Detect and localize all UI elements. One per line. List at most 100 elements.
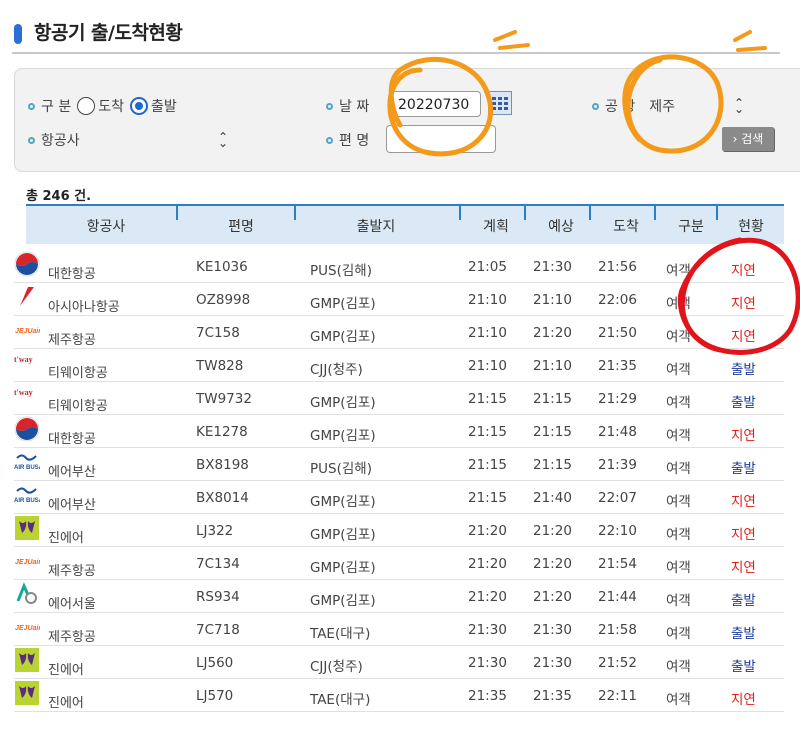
airline-logo-icon: AIR BUSAN <box>14 482 47 508</box>
flight-number: OZ8998 <box>196 292 251 308</box>
flight-status: 지연 <box>731 263 756 279</box>
type-label: 구 분 <box>41 99 72 115</box>
flight-type: 여객 <box>666 494 691 510</box>
airline-name: 진에어 <box>48 531 84 546</box>
logo-text: JEJUair <box>15 328 40 335</box>
calendar-icon[interactable] <box>488 91 512 115</box>
airport-select-value[interactable]: 제주 <box>649 96 675 116</box>
radio-arrival[interactable] <box>77 97 96 115</box>
header-flight: 편명 <box>228 219 254 235</box>
header-airline: 항공사 <box>86 219 126 235</box>
logo-text: AIR BUSAN <box>14 498 40 504</box>
airline-logo-icon <box>14 251 40 277</box>
planned-time: 21:15 <box>468 490 507 506</box>
origin: TAE(대구) <box>310 626 371 642</box>
header-divider <box>654 206 656 220</box>
table-row[interactable]: AIR BUSAN 에어부산 BX8198 PUS(김해) 21:15 21:15 21:3… <box>14 447 784 481</box>
origin: GMP(김포) <box>310 494 376 510</box>
radio-departure[interactable] <box>129 97 148 115</box>
table-row[interactable]: JEJUair 제주항공 7C718 TAE(대구) 21:30 21:30 21:58 여객… <box>14 612 784 646</box>
flight-type: 여객 <box>666 461 691 477</box>
table-row[interactable]: 아시아나항공 OZ8998 GMP(김포) 21:10 21:10 22:06 여객 지연 <box>14 282 784 316</box>
table-row[interactable]: 진에어 LJ560 CJJ(청주) 21:30 21:30 21:52 여객 출발 <box>14 645 784 679</box>
flight-number: LJ560 <box>196 655 234 671</box>
origin: GMP(김포) <box>310 428 376 444</box>
bullet-icon <box>592 102 599 110</box>
table-row[interactable]: 대한항공 KE1036 PUS(김해) 21:05 21:30 21:56 여객 지연 <box>14 249 784 283</box>
date-input[interactable]: 20220730 <box>389 91 481 117</box>
flight-number: KE1278 <box>196 424 248 440</box>
airline-name: 에어부산 <box>48 498 96 513</box>
table-row[interactable]: 진에어 LJ322 GMP(김포) 21:20 21:20 22:10 여객 지연 <box>14 513 784 547</box>
expected-time: 21:10 <box>533 292 572 308</box>
flight-status: 출발 <box>731 626 756 642</box>
airline-name: 아시아나항공 <box>48 300 120 315</box>
planned-time: 21:30 <box>468 622 507 638</box>
planned-time: 21:15 <box>468 391 507 407</box>
airline-logo-icon <box>14 284 40 310</box>
expected-time: 21:20 <box>533 523 572 539</box>
total-count: 총 246 건. <box>26 189 92 204</box>
table-row[interactable]: t'way 티웨이항공 TW828 CJJ(청주) 21:10 21:10 21:35 여객 출… <box>14 348 784 382</box>
origin: GMP(김포) <box>310 296 376 312</box>
airport-select-arrows-icon[interactable]: ⌃ ⌄ <box>734 97 744 115</box>
flight-number: 7C718 <box>196 622 240 638</box>
date-field: 날 짜 <box>326 96 369 116</box>
arrival-time: 21:56 <box>598 259 637 275</box>
origin: GMP(김포) <box>310 527 376 543</box>
planned-time: 21:10 <box>468 358 507 374</box>
logo-text: JEJUair <box>15 625 40 632</box>
expected-time: 21:20 <box>533 325 572 341</box>
airline-logo-icon <box>14 416 40 442</box>
planned-time: 21:10 <box>468 292 507 308</box>
flight-status: 지연 <box>731 692 756 708</box>
airline-logo-icon: AIR BUSAN <box>14 449 47 475</box>
origin: PUS(김해) <box>310 461 372 477</box>
flight-type: 여객 <box>666 659 691 675</box>
table-row[interactable]: 진에어 LJ570 TAE(대구) 21:35 21:35 22:11 여객 지연 <box>14 678 784 712</box>
radio-arrival-label[interactable]: 도착 <box>98 96 124 116</box>
flight-number: RS934 <box>196 589 240 605</box>
arrival-time: 21:39 <box>598 457 637 473</box>
flight-number: TW9732 <box>196 391 252 407</box>
table-header: 항공사 편명 출발지 계획 예상 도착 구분 현황 <box>26 204 784 244</box>
bullet-icon <box>28 102 35 110</box>
table-row[interactable]: 에어서울 RS934 GMP(김포) 21:20 21:20 21:44 여객 출발 <box>14 579 784 613</box>
table-row[interactable]: JEJUair 제주항공 7C158 GMP(김포) 21:10 21:20 21:50 여객… <box>14 315 784 349</box>
origin: GMP(김포) <box>310 593 376 609</box>
table-row[interactable]: AIR BUSAN 에어부산 BX8014 GMP(김포) 21:15 21:40 22:0… <box>14 480 784 514</box>
origin: CJJ(청주) <box>310 362 363 378</box>
flight-number: KE1036 <box>196 259 248 275</box>
airline-name: 제주항공 <box>48 333 96 348</box>
arrival-time: 22:06 <box>598 292 637 308</box>
flight-type: 여객 <box>666 626 691 642</box>
search-panel <box>14 68 800 172</box>
flight-status: 지연 <box>731 428 756 444</box>
airline-name: 대한항공 <box>48 267 96 282</box>
table-row[interactable]: t'way 티웨이항공 TW9732 GMP(김포) 21:15 21:15 21:29 여객… <box>14 381 784 415</box>
search-button[interactable]: › 검색 <box>722 127 774 151</box>
origin: GMP(김포) <box>310 329 376 345</box>
radio-departure-label[interactable]: 출발 <box>151 96 177 116</box>
bullet-icon <box>326 136 333 144</box>
arrival-time: 22:07 <box>598 490 637 506</box>
table-row[interactable]: 대한항공 KE1278 GMP(김포) 21:15 21:15 21:48 여객 지연 <box>14 414 784 448</box>
airline-select-arrows-icon[interactable]: ⌃ ⌄ <box>218 131 228 149</box>
flight-status: 출발 <box>731 362 756 378</box>
flight-number-input[interactable] <box>386 125 496 153</box>
flight-number: LJ570 <box>196 688 234 704</box>
expected-time: 21:20 <box>533 589 572 605</box>
planned-time: 21:15 <box>468 457 507 473</box>
page-title: 항공기 출/도착현황 <box>34 22 183 44</box>
header-divider <box>589 206 591 220</box>
expected-time: 21:15 <box>533 457 572 473</box>
header-divider <box>524 206 526 220</box>
header-divider <box>716 206 718 220</box>
airline-name: 제주항공 <box>48 564 96 579</box>
flight-field: 편 명 <box>326 130 369 150</box>
table-row[interactable]: JEJUair 제주항공 7C134 GMP(김포) 21:20 21:20 21:54 여객… <box>14 546 784 580</box>
expected-time: 21:30 <box>533 259 572 275</box>
expected-time: 21:35 <box>533 688 572 704</box>
airline-logo-icon: JEJUair <box>14 317 42 343</box>
airline-logo-icon <box>14 581 40 607</box>
